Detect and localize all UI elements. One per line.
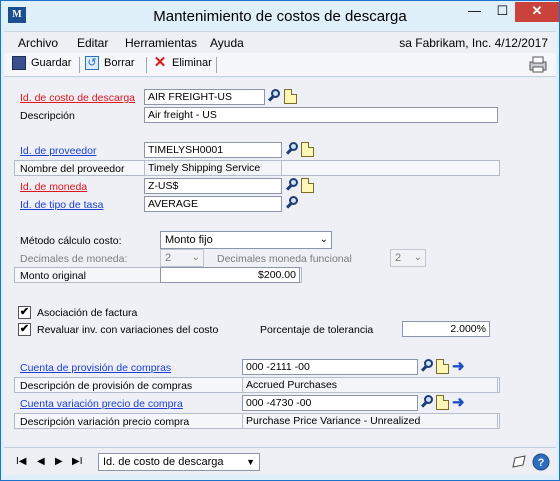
chevron-down-icon: ⌄ [319, 234, 328, 245]
last-record-button[interactable]: ▶I [72, 456, 82, 467]
ppv-account-label[interactable]: Cuenta variación precio de compra [20, 398, 183, 410]
ppv-account-field[interactable]: 000 -4730 -00 [242, 395, 418, 411]
vendor-name-label: Nombre del proveedor [20, 163, 125, 175]
chevron-down-icon: ▼ [246, 457, 255, 467]
help-icon[interactable]: ? [532, 453, 550, 471]
lookup-icon[interactable] [420, 395, 435, 410]
chevron-down-icon: ⌄ [413, 252, 422, 263]
note-icon[interactable] [511, 454, 527, 470]
rate-type-id-field[interactable]: AVERAGE [144, 196, 282, 212]
note-icon[interactable] [436, 359, 449, 374]
status-bar: I◀ ◀ ▶ ▶I Id. de costo de descarga ▼ ? [4, 447, 556, 475]
lookup-icon[interactable] [267, 89, 282, 104]
accrual-account-field[interactable]: 000 -2111 -00 [242, 359, 418, 375]
arrow-right-icon[interactable]: ➜ [452, 395, 466, 410]
currency-decimals-label: Decimales de moneda: [20, 253, 128, 265]
lookup-icon[interactable] [285, 196, 300, 211]
next-record-button[interactable]: ▶ [55, 456, 63, 467]
toolbar-separator [146, 57, 147, 73]
landed-cost-id-label[interactable]: Id. de costo de descarga [20, 92, 135, 104]
currency-decimals-dropdown: 2 ⌄ [160, 249, 204, 267]
form-body: Id. de costo de descarga AIR FREIGHT-US … [4, 78, 556, 446]
note-icon[interactable] [284, 89, 297, 104]
revalue-checkbox[interactable]: ✔ [18, 323, 31, 336]
previous-record-button[interactable]: ◀ [37, 456, 45, 467]
note-icon[interactable] [436, 395, 449, 410]
original-amount-field[interactable]: $200.00 [160, 267, 300, 283]
menu-ayuda[interactable]: Ayuda [210, 36, 244, 50]
clear-icon: ↺ [85, 56, 99, 70]
arrow-right-icon[interactable]: ➜ [452, 359, 466, 374]
landed-cost-window: M Mantenimiento de costos de descarga — … [0, 0, 560, 481]
tolerance-label: Porcentaje de tolerancia [260, 324, 374, 336]
functional-decimals-dropdown: 2 ⌄ [390, 249, 426, 267]
functional-decimals-label: Decimales moneda funcional [217, 253, 352, 265]
description-field[interactable]: Air freight - US [144, 107, 498, 123]
clear-button[interactable]: ↺ Borrar [85, 56, 135, 74]
vendor-id-field[interactable]: TIMELYSH0001 [144, 142, 282, 158]
accrual-desc-label: Descripción de provisión de compras [20, 380, 193, 392]
sort-by-dropdown[interactable]: Id. de costo de descarga ▼ [98, 453, 260, 471]
delete-icon: ✕ [153, 54, 167, 71]
lookup-icon[interactable] [285, 178, 300, 193]
accrual-account-label[interactable]: Cuenta de provisión de compras [20, 362, 171, 374]
menu-editar[interactable]: Editar [77, 36, 108, 50]
revalue-label: Revaluar inv. con variaciones del costo [37, 324, 219, 336]
maximize-button[interactable]: ☐ [489, 2, 516, 22]
note-icon[interactable] [301, 142, 314, 157]
ppv-desc-field: Purchase Price Variance - Unrealized [242, 413, 498, 429]
printer-icon[interactable] [528, 56, 548, 73]
title-bar: M Mantenimiento de costos de descarga — … [1, 1, 559, 31]
save-icon [12, 56, 26, 70]
menu-herramientas[interactable]: Herramientas [125, 36, 197, 50]
landed-cost-id-field[interactable]: AIR FREIGHT-US [144, 89, 265, 105]
svg-text:?: ? [538, 457, 545, 469]
calc-method-dropdown[interactable]: Monto fijo ⌄ [160, 231, 332, 249]
delete-button[interactable]: ✕ Eliminar [153, 54, 212, 74]
currency-id-label[interactable]: Id. de moneda [20, 181, 87, 193]
company-date: sa Fabrikam, Inc. 4/12/2017 [399, 36, 548, 50]
first-record-button[interactable]: I◀ [16, 456, 26, 467]
lookup-icon[interactable] [420, 359, 435, 374]
currency-id-field[interactable]: Z-US$ [144, 178, 282, 194]
toolbar-separator [216, 57, 217, 73]
vendor-id-label[interactable]: Id. de proveedor [20, 145, 96, 157]
close-button[interactable]: ✕ [515, 2, 559, 22]
invoice-match-label: Asociación de factura [37, 307, 138, 319]
minimize-button[interactable]: — [461, 2, 488, 22]
chevron-down-icon: ⌄ [191, 252, 200, 263]
save-button[interactable]: Guardar [12, 56, 71, 74]
accrual-desc-field: Accrued Purchases [242, 377, 498, 393]
description-label: Descripción [20, 110, 75, 122]
lookup-icon[interactable] [285, 142, 300, 157]
toolbar: Guardar ↺ Borrar ✕ Eliminar [4, 53, 556, 77]
ppv-desc-label: Descripción variación precio compra [20, 416, 190, 428]
note-icon[interactable] [301, 178, 314, 193]
calc-method-label: Método cálculo costo: [20, 235, 122, 247]
menu-archivo[interactable]: Archivo [18, 36, 58, 50]
original-amount-label: Monto original [20, 270, 86, 282]
rate-type-id-label[interactable]: Id. de tipo de tasa [20, 199, 103, 211]
vendor-name-field: Timely Shipping Service [144, 160, 282, 176]
menu-bar: Archivo Editar Herramientas Ayuda sa Fab… [4, 31, 556, 53]
invoice-match-checkbox[interactable]: ✔ [18, 306, 31, 319]
tolerance-field[interactable]: 2.000% [402, 321, 490, 337]
toolbar-separator [79, 57, 80, 73]
